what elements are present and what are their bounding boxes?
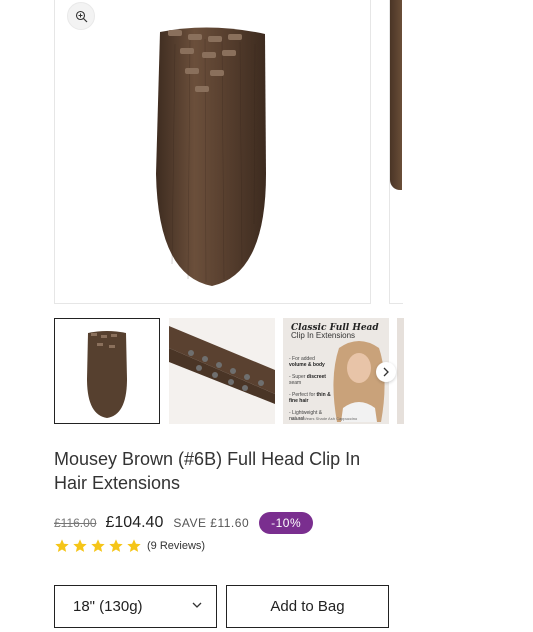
promo-bullet: - For added volume & body (289, 356, 325, 368)
star-icon (109, 539, 123, 552)
thumbnail-clips-closeup[interactable] (169, 318, 275, 424)
promo-bullet: - Super discreet seam (289, 374, 326, 386)
star-icon (73, 539, 87, 552)
sale-price: £104.40 (105, 514, 164, 531)
peek-hair-image (390, 0, 402, 190)
add-to-bag-button[interactable]: Add to Bag (226, 585, 389, 628)
promo-bullet: - Perfect for thin & fine hair (289, 392, 331, 404)
thumbnail-partial[interactable] (397, 318, 404, 424)
star-icon (127, 539, 141, 552)
reviews-link[interactable]: (9 Reviews) (147, 540, 205, 552)
star-icon (91, 539, 105, 552)
thumbnail-clips-image (169, 326, 275, 404)
price-row: £116.00 £104.40 SAVE £11.60 -10% (54, 511, 314, 535)
thumbnail-hair-image (87, 331, 127, 418)
thumbnail-hair-set[interactable] (54, 318, 160, 424)
chevron-right-icon[interactable] (376, 362, 396, 382)
product-title: Mousey Brown (#6B) Full Head Clip In Hai… (54, 449, 361, 493)
size-select[interactable]: 18" (130g) (54, 585, 217, 628)
size-select-value: 18" (130g) (73, 598, 143, 615)
discount-badge: -10% (259, 512, 314, 534)
zoom-in-icon[interactable] (67, 2, 95, 30)
promo-bullets: - For added volume & body - Super discre… (289, 356, 333, 424)
save-amount: SAVE £11.60 (173, 516, 250, 530)
thumbnail-strip: Classic Full Head Clip In Extensions - F… (54, 318, 404, 424)
chevron-down-icon (192, 602, 202, 608)
next-image-peek[interactable] (389, 0, 403, 304)
promo-footer: Model Wears Shade Ash Cappuccino (291, 416, 358, 421)
promo-model-image (333, 341, 385, 422)
thumbnail-promo[interactable]: Classic Full Head Clip In Extensions - F… (283, 318, 389, 424)
original-price: £116.00 (54, 516, 97, 530)
hair-extension-image (156, 27, 266, 286)
star-icon (55, 539, 69, 552)
main-product-image[interactable] (54, 0, 371, 304)
star-rating (54, 538, 142, 554)
rating-row[interactable]: (9 Reviews) (54, 537, 205, 555)
